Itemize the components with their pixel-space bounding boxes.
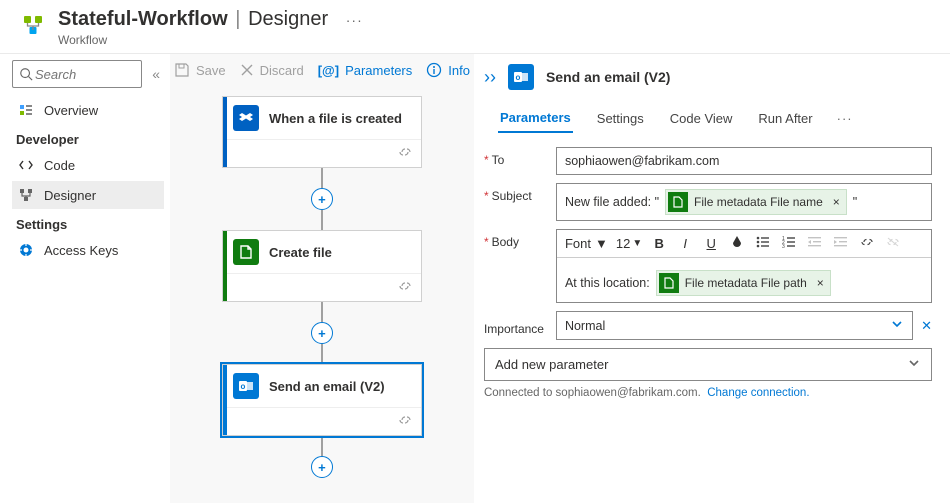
search-input[interactable] [12, 60, 142, 88]
save-button[interactable]: Save [174, 62, 226, 78]
link-icon [397, 145, 413, 162]
body-editor[interactable]: Font ▼ 12▼ B I U 123 At this location: [556, 229, 932, 303]
color-button[interactable] [728, 235, 746, 252]
tab-code-view[interactable]: Code View [668, 105, 735, 132]
file-icon [668, 192, 688, 212]
sidebar-item-designer[interactable]: Designer [12, 181, 164, 209]
details-title: Send an email (V2) [546, 69, 670, 85]
workflow-action-card-send-email[interactable]: o Send an email (V2) [222, 364, 422, 436]
subject-input[interactable]: New file added: " File metadata File nam… [556, 183, 932, 221]
link-icon [397, 279, 413, 296]
sidebar: « Overview Developer Code Designer Setti… [0, 53, 170, 503]
underline-button[interactable]: U [702, 236, 720, 251]
add-parameter-select[interactable]: Add new parameter [484, 348, 932, 381]
page-header: Stateful-Workflow | Designer ··· Workflo… [0, 0, 950, 53]
italic-button[interactable]: I [676, 236, 694, 251]
designer-icon [18, 187, 34, 203]
sidebar-group-developer: Developer [16, 132, 164, 147]
workflow-action-card-create-file[interactable]: Create file [222, 230, 422, 302]
subject-label: *Subject [484, 183, 556, 203]
unlink-button[interactable] [884, 236, 902, 251]
sidebar-item-overview[interactable]: Overview [12, 96, 164, 124]
svg-text:o: o [241, 382, 246, 391]
sidebar-item-code[interactable]: Code [12, 151, 164, 179]
details-panel: ›› o Send an email (V2) Parameters Setti… [474, 53, 950, 503]
discard-button[interactable]: Discard [240, 63, 304, 78]
tab-parameters[interactable]: Parameters [498, 104, 573, 133]
dropbox-icon [233, 105, 259, 131]
link-button[interactable] [858, 236, 876, 251]
remove-importance-button[interactable]: ✕ [913, 318, 932, 334]
file-icon [659, 273, 679, 293]
richtext-toolbar: Font ▼ 12▼ B I U 123 [557, 230, 931, 258]
header-more-button[interactable]: ··· [346, 12, 363, 28]
sidebar-item-label: Designer [44, 188, 96, 203]
indent-button[interactable] [832, 236, 850, 251]
tab-settings[interactable]: Settings [595, 105, 646, 132]
workflow-trigger-card[interactable]: When a file is created [222, 96, 422, 168]
sidebar-item-label: Overview [44, 103, 98, 118]
svg-text:o: o [516, 73, 521, 82]
sidebar-item-access-keys[interactable]: Access Keys [12, 236, 164, 264]
add-step-button[interactable]: + [311, 456, 333, 478]
numbered-button[interactable]: 123 [780, 236, 798, 251]
importance-label: Importance [484, 316, 556, 336]
chevron-down-icon [890, 317, 904, 334]
page-title: Stateful-Workflow [58, 8, 228, 30]
code-icon [18, 157, 34, 173]
remove-token-button[interactable]: × [829, 195, 840, 209]
to-input[interactable]: sophiaowen@fabrikam.com [556, 147, 932, 175]
to-label: *To [484, 147, 556, 167]
collapse-sidebar-button[interactable]: « [148, 66, 164, 82]
dynamic-token-filename[interactable]: File metadata File name × [665, 189, 847, 215]
fontsize-selector[interactable]: 12▼ [616, 236, 642, 251]
access-keys-icon [18, 242, 34, 258]
card-title: Send an email (V2) [269, 379, 385, 394]
change-connection-link[interactable]: Change connection. [707, 387, 809, 399]
info-button[interactable]: Info [426, 62, 470, 78]
card-title: Create file [269, 245, 332, 260]
file-icon [233, 239, 259, 265]
expand-panel-button[interactable]: ›› [484, 67, 496, 88]
page-subtitle: Workflow [58, 33, 363, 47]
tabs-more-button[interactable]: ··· [837, 111, 853, 126]
remove-token-button[interactable]: × [813, 276, 824, 290]
designer-canvas: Save Discard [@]Parameters Info When a f… [170, 53, 474, 503]
dynamic-token-filepath[interactable]: File metadata File path × [656, 270, 831, 296]
outlook-icon: o [233, 373, 259, 399]
sidebar-item-label: Code [44, 158, 75, 173]
font-selector[interactable]: Font ▼ [565, 236, 608, 251]
body-label: *Body [484, 229, 556, 249]
chevron-down-icon [907, 356, 921, 373]
sidebar-item-label: Access Keys [44, 243, 118, 258]
add-step-button[interactable]: + [311, 188, 333, 210]
page-section: Designer [248, 8, 328, 30]
sidebar-group-settings: Settings [16, 217, 164, 232]
overview-icon [18, 102, 34, 118]
designer-toolbar: Save Discard [@]Parameters Info [170, 54, 474, 86]
parameters-button[interactable]: [@]Parameters [318, 63, 413, 78]
outdent-button[interactable] [806, 236, 824, 251]
bullets-button[interactable] [754, 236, 772, 251]
add-step-button[interactable]: + [311, 322, 333, 344]
card-title: When a file is created [269, 111, 402, 126]
outlook-icon: o [508, 64, 534, 90]
bold-button[interactable]: B [650, 236, 668, 251]
svg-text:3: 3 [782, 244, 785, 248]
search-icon [19, 66, 33, 82]
connection-info: Connected to sophiaowen@fabrikam.com. Ch… [484, 387, 932, 399]
link-icon [397, 413, 413, 430]
tab-run-after[interactable]: Run After [756, 105, 814, 132]
details-tabs: Parameters Settings Code View Run After … [498, 104, 932, 133]
workflow-icon [20, 12, 46, 38]
importance-select[interactable]: Normal [556, 311, 913, 340]
